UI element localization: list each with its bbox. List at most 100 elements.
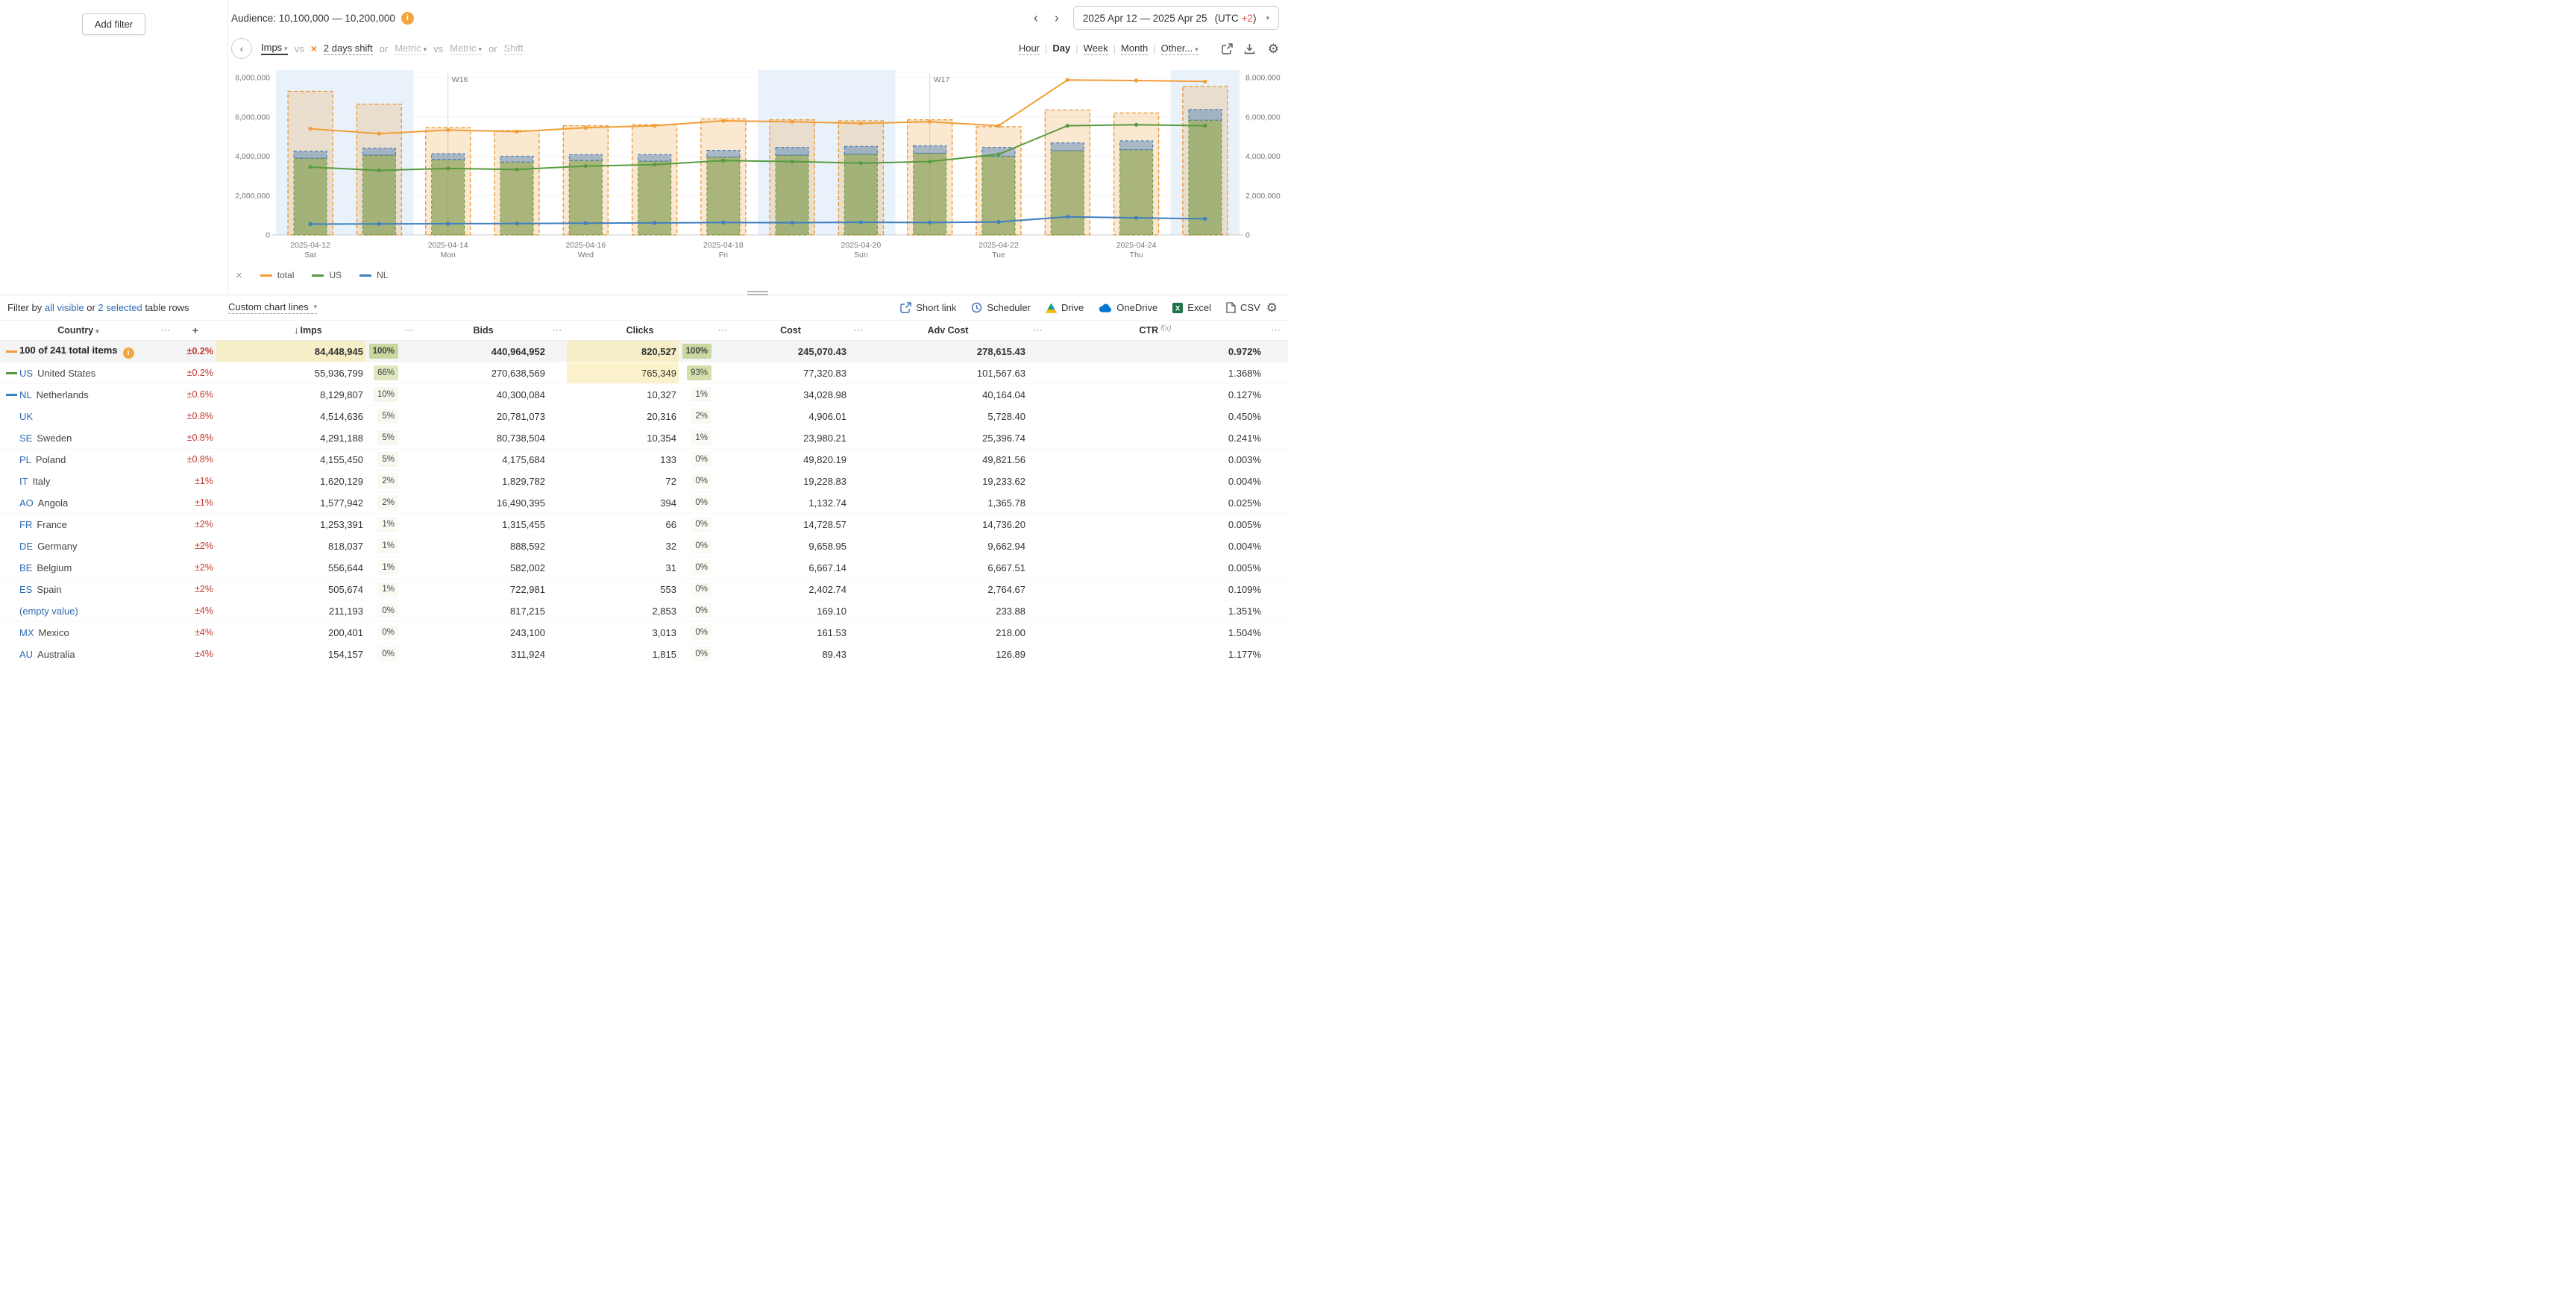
combo-chart[interactable]: W16W17002,000,0002,000,0004,000,0004,000…	[228, 70, 1288, 264]
all-visible-link[interactable]: all visible	[45, 302, 84, 313]
granularity-other[interactable]: Other...▾	[1161, 43, 1199, 55]
selected-rows-link[interactable]: 2 selected	[98, 302, 142, 313]
next-date-range-button[interactable]: ›	[1049, 11, 1064, 25]
country-code-link[interactable]: BE	[19, 562, 32, 573]
add-filter-button[interactable]: Add filter	[82, 13, 145, 35]
adv-cost-value: 126.89	[868, 644, 1028, 665]
clicks-column-menu-icon[interactable]: ⋯	[713, 321, 732, 341]
shift-selector[interactable]: 2 days shift	[324, 43, 373, 55]
country-code-link[interactable]: DE	[19, 541, 33, 552]
panel-resize-handle[interactable]	[747, 289, 768, 296]
info-icon[interactable]: i	[401, 12, 414, 25]
country-code-link[interactable]: PL	[19, 454, 31, 465]
csv-button[interactable]: CSV	[1226, 302, 1260, 313]
sampling-error-value: ±2%	[175, 535, 216, 557]
export-actions: Short link Scheduler Drive OneDrive XExcel CS…	[900, 302, 1260, 313]
clicks-value: 553	[567, 579, 679, 600]
custom-chart-lines-selector[interactable]: Custom chart lines ▾	[228, 301, 317, 314]
country-code-link[interactable]: AO	[19, 497, 34, 509]
ctr-column-menu-icon[interactable]: ⋯	[1263, 321, 1288, 341]
clicks-share: 93%	[679, 362, 713, 384]
table-row[interactable]: AOAngola±1%1,577,9422%16,490,3953940%1,1…	[0, 492, 1288, 514]
country-cell: MXMexico	[0, 622, 157, 644]
metric-selector-primary[interactable]: Imps▾	[261, 42, 288, 55]
country-code-link[interactable]: MX	[19, 627, 34, 638]
table-settings-gear-icon[interactable]: ⚙	[1266, 301, 1278, 314]
legend-item-total[interactable]: total	[260, 270, 295, 280]
country-code-link[interactable]: ES	[19, 584, 32, 595]
table-row[interactable]: NLNetherlands±0.6%8,129,80710%40,300,084…	[0, 384, 1288, 406]
legend-item-nl[interactable]: NL	[359, 270, 388, 280]
legend-item-us[interactable]: US	[312, 270, 342, 280]
metric-selector-tertiary[interactable]: Metric▾	[450, 43, 482, 55]
table-row[interactable]: FRFrance±2%1,253,3911%1,315,455660%14,72…	[0, 514, 1288, 535]
share-badge: 0%	[691, 582, 711, 597]
excel-button[interactable]: XExcel	[1172, 302, 1211, 313]
ctr-value: 0.025%	[1047, 492, 1263, 514]
add-column-button[interactable]: +	[175, 321, 216, 341]
clicks-value: 20,316	[567, 406, 679, 427]
table-row[interactable]: ITItaly±1%1,620,1292%1,829,782720%19,228…	[0, 471, 1288, 492]
adv-cost-column-menu-icon[interactable]: ⋯	[1028, 321, 1047, 341]
legend-color-dash	[312, 274, 324, 277]
column-header-clicks[interactable]: Clicks	[567, 321, 713, 341]
close-legend-icon[interactable]: ×	[236, 269, 242, 282]
sampling-error-value: ±4%	[175, 644, 216, 665]
granularity-hour[interactable]: Hour	[1019, 43, 1040, 55]
collapse-chart-controls-button[interactable]: ‹	[231, 38, 252, 59]
info-icon[interactable]: i	[123, 348, 134, 359]
country-code-link[interactable]: NL	[19, 389, 32, 400]
table-row[interactable]: AUAustralia±4%154,1570%311,9241,8150%89.…	[0, 644, 1288, 665]
prev-date-range-button[interactable]: ‹	[1028, 11, 1043, 25]
country-code-link[interactable]: SE	[19, 433, 32, 444]
imps-column-menu-icon[interactable]: ⋯	[400, 321, 419, 341]
country-column-menu-icon[interactable]: ⋯	[157, 321, 175, 341]
table-row[interactable]: BEBelgium±2%556,6441%582,002310%6,667.14…	[0, 557, 1288, 579]
drive-button[interactable]: Drive	[1046, 302, 1084, 313]
open-in-new-icon[interactable]	[1222, 43, 1233, 54]
column-header-country[interactable]: Country▾	[0, 321, 157, 341]
cost-column-menu-icon[interactable]: ⋯	[849, 321, 868, 341]
clicks-value: 394	[567, 492, 679, 514]
short-link-button[interactable]: Short link	[900, 302, 956, 313]
onedrive-button[interactable]: OneDrive	[1099, 302, 1157, 313]
sampling-error-value: ±0.8%	[175, 449, 216, 471]
table-row[interactable]: DEGermany±2%818,0371%888,592320%9,658.95…	[0, 535, 1288, 557]
shift-selector-secondary[interactable]: Shift	[504, 43, 524, 55]
scheduler-button[interactable]: Scheduler	[971, 302, 1031, 313]
table-row-total[interactable]: 100 of 241 total itemsi±0.2%84,448,94510…	[0, 341, 1288, 362]
column-header-bids[interactable]: Bids	[419, 321, 547, 341]
clicks-value: 2,853	[567, 600, 679, 622]
table-row[interactable]: PLPoland±0.8%4,155,4505%4,175,6841330%49…	[0, 449, 1288, 471]
date-range-picker[interactable]: 2025 Apr 12 — 2025 Apr 25 (UTC +2) ▾	[1073, 6, 1279, 30]
column-header-ctr[interactable]: CTRf(x)	[1047, 321, 1263, 341]
cost-value: 4,906.01	[732, 406, 849, 427]
granularity-week[interactable]: Week	[1084, 43, 1108, 55]
bids-column-menu-icon[interactable]: ⋯	[547, 321, 567, 341]
table-row[interactable]: UK±0.8%4,514,6365%20,781,07320,3162%4,90…	[0, 406, 1288, 427]
chevron-down-icon: ▾	[479, 45, 483, 53]
granularity-day[interactable]: Day	[1052, 43, 1070, 54]
column-header-adv-cost[interactable]: Adv Cost	[868, 321, 1028, 341]
table-row[interactable]: SESweden±0.8%4,291,1885%80,738,50410,354…	[0, 427, 1288, 449]
country-code-link[interactable]: US	[19, 368, 33, 379]
table-row[interactable]: USUnited States±0.2%55,936,79966%270,638…	[0, 362, 1288, 384]
country-code-link[interactable]: AU	[19, 649, 33, 660]
chart-settings-gear-icon[interactable]: ⚙	[1268, 43, 1279, 55]
country-code-link[interactable]: UK	[19, 411, 33, 422]
table-row[interactable]: MXMexico±4%200,4010%243,1003,0130%161.53…	[0, 622, 1288, 644]
country-code-link[interactable]: IT	[19, 476, 28, 487]
imps-value: 4,514,636	[216, 406, 365, 427]
vs-label: vs	[433, 43, 443, 54]
metric-selector-secondary[interactable]: Metric▾	[395, 43, 427, 55]
column-header-imps[interactable]: ↓Imps	[216, 321, 400, 341]
clicks-share: 0%	[679, 644, 713, 665]
column-header-cost[interactable]: Cost	[732, 321, 849, 341]
remove-shift-icon[interactable]: ×	[311, 43, 317, 54]
country-code-link[interactable]: FR	[19, 519, 32, 530]
table-row[interactable]: ESSpain±2%505,6741%722,9815530%2,402.742…	[0, 579, 1288, 600]
table-row[interactable]: (empty value)±4%211,1930%817,2152,8530%1…	[0, 600, 1288, 622]
granularity-month[interactable]: Month	[1121, 43, 1148, 55]
download-icon[interactable]	[1244, 43, 1255, 54]
onedrive-icon	[1099, 304, 1112, 312]
